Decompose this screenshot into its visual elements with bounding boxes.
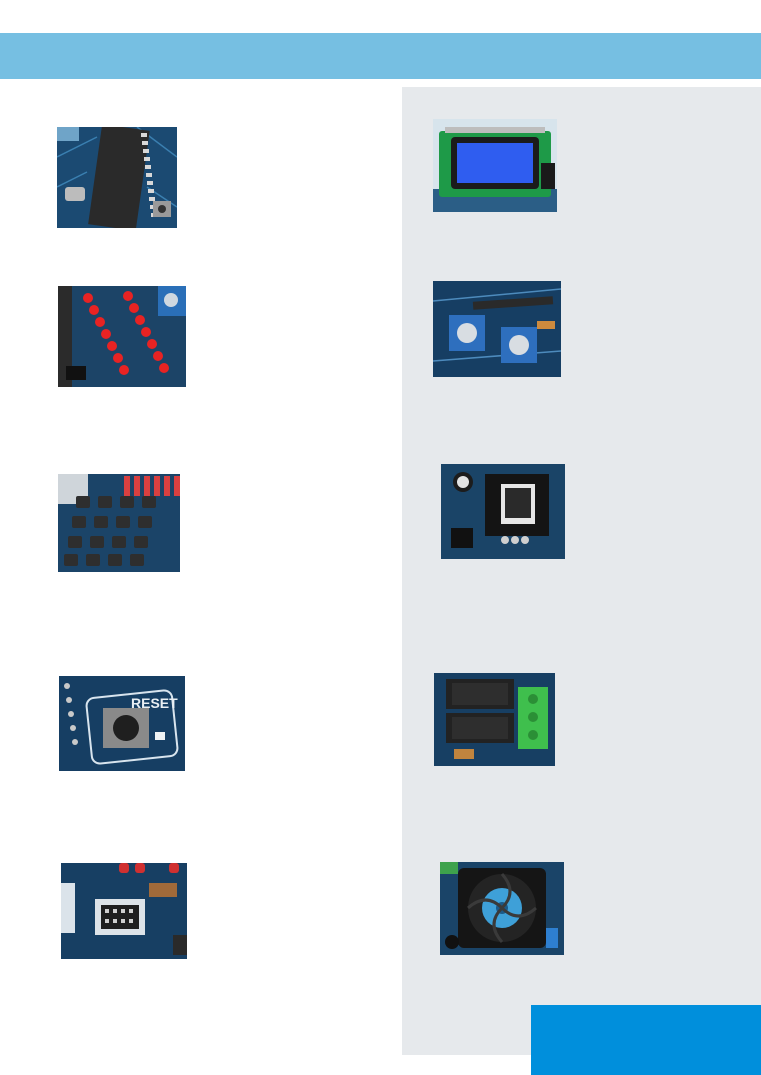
relay-photo <box>434 673 555 766</box>
cooling-fan-photo <box>440 862 564 955</box>
document-page: RESET <box>0 0 761 1075</box>
header-band <box>0 33 761 79</box>
corner-block <box>531 1005 761 1075</box>
icsp-connector-photo <box>61 863 187 959</box>
sensor-socket-photo <box>441 464 565 559</box>
keypad-photo <box>58 474 180 572</box>
led-array-photo <box>58 286 186 387</box>
reset-button-photo: RESET <box>59 676 185 771</box>
microcontroller-photo <box>57 127 177 228</box>
lcd-display-photo <box>433 119 557 212</box>
reset-label: RESET <box>131 695 178 711</box>
potentiometer-photo <box>433 281 561 377</box>
